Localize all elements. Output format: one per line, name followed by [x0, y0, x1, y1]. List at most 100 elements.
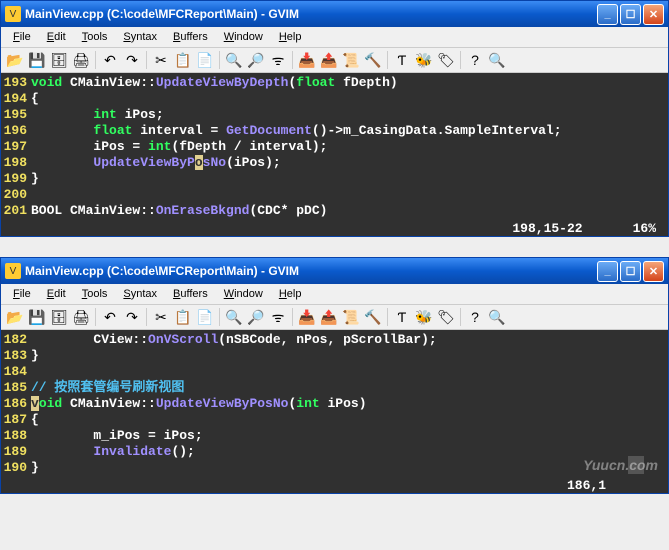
shell-icon[interactable]: Ƭ: [392, 50, 412, 70]
find-icon[interactable]: 🔍: [224, 50, 244, 70]
line-number: 187: [1, 412, 31, 428]
line-number: 189: [1, 444, 31, 460]
toolbar-separator: [387, 51, 388, 69]
make-icon[interactable]: 🔨: [363, 50, 383, 70]
replace-icon[interactable]: ᯤ: [268, 50, 288, 70]
scroll-percentage: 16%: [633, 221, 656, 236]
menu-help[interactable]: Help: [271, 286, 310, 302]
toolbar-separator: [460, 51, 461, 69]
load-session-icon[interactable]: 📥: [297, 307, 317, 327]
line-number: 196: [1, 123, 31, 139]
redo-icon[interactable]: ↷: [122, 307, 142, 327]
code-content: int iPos;: [31, 107, 668, 123]
menu-edit[interactable]: Edit: [39, 29, 74, 45]
menu-file[interactable]: File: [5, 29, 39, 45]
window-title: MainView.cpp (C:\code\MFCReport\Main) - …: [25, 264, 597, 278]
ctags-icon[interactable]: 🐝: [414, 307, 434, 327]
toolbar-separator: [219, 308, 220, 326]
menu-tools[interactable]: Tools: [74, 286, 116, 302]
open-file-icon[interactable]: 📂: [5, 50, 25, 70]
titlebar[interactable]: VMainView.cpp (C:\code\MFCReport\Main) -…: [1, 258, 668, 284]
toolbar-separator: [219, 51, 220, 69]
editor-line: 194{: [1, 91, 668, 107]
editor-area[interactable]: 193void CMainView::UpdateViewByDepth(flo…: [1, 73, 668, 221]
run-script-icon[interactable]: 📜: [341, 307, 361, 327]
save-session-icon[interactable]: 📤: [319, 50, 339, 70]
make-icon[interactable]: 🔨: [363, 307, 383, 327]
menu-help[interactable]: Help: [271, 29, 310, 45]
ctags-icon[interactable]: 🐝: [414, 50, 434, 70]
copy-icon[interactable]: 📋: [173, 50, 193, 70]
save-all-icon[interactable]: 🗄: [49, 50, 69, 70]
titlebar[interactable]: V MainView.cpp (C:\code\MFCReport\Main) -…: [1, 1, 668, 27]
menu-window[interactable]: Window: [216, 286, 271, 302]
code-content: }: [31, 460, 668, 476]
find-help-icon[interactable]: 🔍: [487, 307, 507, 327]
find-icon[interactable]: 🔍: [224, 307, 244, 327]
cut-icon[interactable]: ✂: [151, 307, 171, 327]
line-number: 194: [1, 91, 31, 107]
code-content: {: [31, 91, 668, 107]
print-icon[interactable]: 🖨: [71, 307, 91, 327]
paste-icon[interactable]: 📄: [195, 50, 215, 70]
find-next-icon[interactable]: 🔎: [246, 50, 266, 70]
close-button[interactable]: ✕: [643, 261, 664, 282]
open-file-icon[interactable]: 📂: [5, 307, 25, 327]
line-number: 185: [1, 380, 31, 396]
help-icon[interactable]: ?: [465, 50, 485, 70]
save-icon[interactable]: 💾: [27, 50, 47, 70]
editor-area[interactable]: 182 CView::OnVScroll(nSBCode, nPos, pScr…: [1, 330, 668, 478]
app-icon: V: [5, 6, 21, 22]
find-help-icon[interactable]: 🔍: [487, 50, 507, 70]
print-icon[interactable]: 🖨: [71, 50, 91, 70]
maximize-button[interactable]: ☐: [620, 261, 641, 282]
menu-edit[interactable]: Edit: [39, 286, 74, 302]
copy-icon[interactable]: 📋: [173, 307, 193, 327]
save-icon[interactable]: 💾: [27, 307, 47, 327]
load-session-icon[interactable]: 📥: [297, 50, 317, 70]
menu-syntax[interactable]: Syntax: [115, 29, 165, 45]
code-content: {: [31, 412, 668, 428]
toolbar-separator: [387, 308, 388, 326]
maximize-button[interactable]: ☐: [620, 4, 641, 25]
menubar: FileEditToolsSyntaxBuffersWindowHelp: [1, 284, 668, 305]
replace-icon[interactable]: ᯤ: [268, 307, 288, 327]
line-number: 201: [1, 203, 31, 219]
menu-buffers[interactable]: Buffers: [165, 286, 216, 302]
shell-icon[interactable]: Ƭ: [392, 307, 412, 327]
find-next-icon[interactable]: 🔎: [246, 307, 266, 327]
run-script-icon[interactable]: 📜: [341, 50, 361, 70]
redo-icon[interactable]: ↷: [122, 50, 142, 70]
line-number: 186: [1, 396, 31, 412]
help-icon[interactable]: ?: [465, 307, 485, 327]
minimize-button[interactable]: _: [597, 261, 618, 282]
code-content: Invalidate();: [31, 444, 668, 460]
undo-icon[interactable]: ↶: [100, 50, 120, 70]
menu-buffers[interactable]: Buffers: [165, 29, 216, 45]
code-content: [31, 187, 668, 203]
editor-line: 187{: [1, 412, 668, 428]
menu-tools[interactable]: Tools: [74, 29, 116, 45]
menu-syntax[interactable]: Syntax: [115, 286, 165, 302]
scroll-handle[interactable]: [628, 456, 644, 474]
editor-line: 195 int iPos;: [1, 107, 668, 123]
editor-line: 200: [1, 187, 668, 203]
close-button[interactable]: ✕: [643, 4, 664, 25]
paste-icon[interactable]: 📄: [195, 307, 215, 327]
code-content: [31, 364, 668, 380]
editor-line: 197 iPos = int(fDepth / interval);: [1, 139, 668, 155]
tag-jump-icon[interactable]: 🏷: [436, 307, 456, 327]
editor-line: 189 Invalidate();: [1, 444, 668, 460]
tag-jump-icon[interactable]: 🏷: [436, 50, 456, 70]
code-content: UpdateViewByPosNo(iPos);: [31, 155, 668, 171]
cut-icon[interactable]: ✂: [151, 50, 171, 70]
editor-line: 196 float interval = GetDocument()->m_Ca…: [1, 123, 668, 139]
window-title: MainView.cpp (C:\code\MFCReport\Main) - …: [25, 7, 597, 21]
save-all-icon[interactable]: 🗄: [49, 307, 69, 327]
save-session-icon[interactable]: 📤: [319, 307, 339, 327]
menu-file[interactable]: File: [5, 286, 39, 302]
minimize-button[interactable]: _: [597, 4, 618, 25]
toolbar-separator: [146, 51, 147, 69]
menu-window[interactable]: Window: [216, 29, 271, 45]
undo-icon[interactable]: ↶: [100, 307, 120, 327]
